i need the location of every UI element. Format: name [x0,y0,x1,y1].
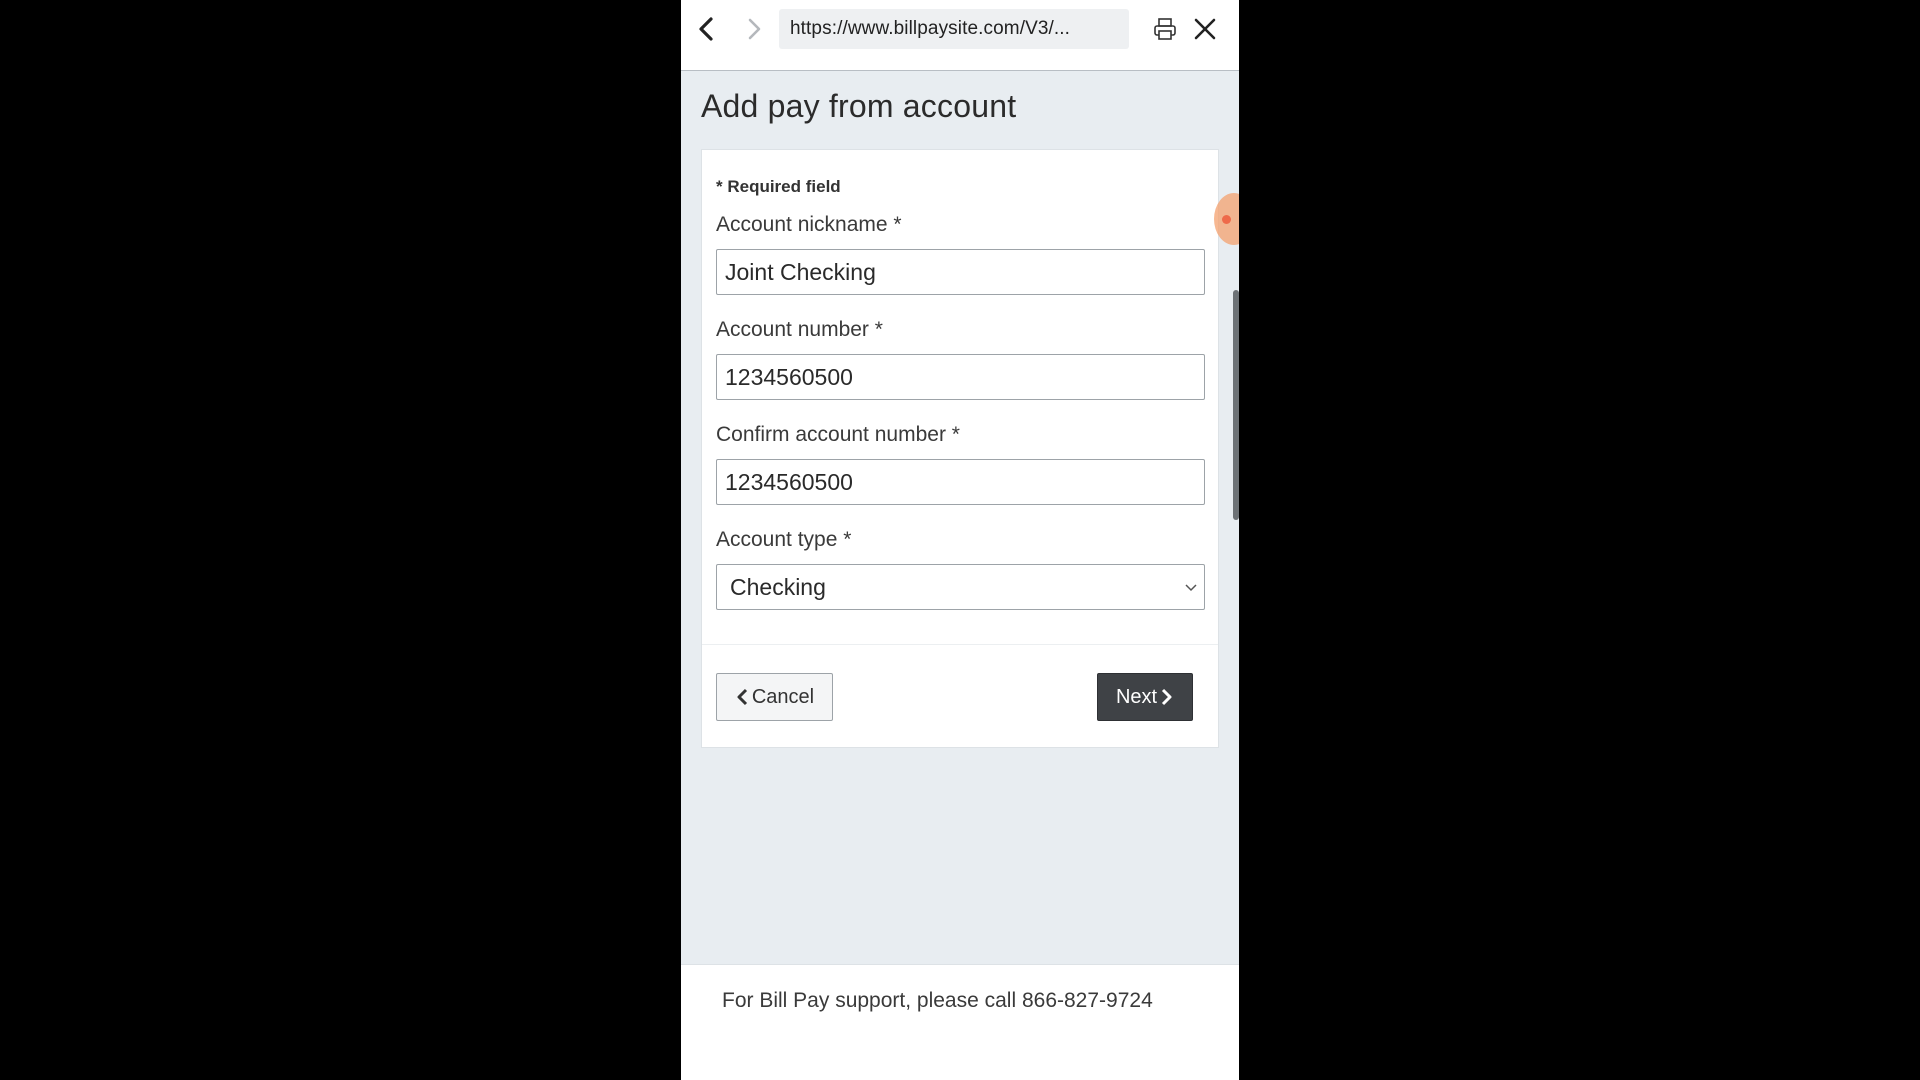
back-arrow-icon [699,17,713,41]
next-button[interactable]: Next [1097,673,1193,721]
account-type-label: Account type * [716,528,852,551]
confirm-account-number-input[interactable] [716,459,1205,505]
close-icon [1194,18,1216,40]
account-form: * Required field Account nickname * Acco… [701,149,1219,748]
back-button[interactable] [691,12,721,46]
support-text: For Bill Pay support, please call 866-82… [722,989,1153,1012]
account-number-label: Account number * [716,318,883,341]
address-bar[interactable]: https://www.billpaysite.com/V3/... [779,9,1129,49]
page-title: Add pay from account [701,88,1017,124]
forward-button[interactable] [739,12,769,46]
confirm-account-number-label: Confirm account number * [716,423,960,446]
print-button[interactable] [1149,12,1181,46]
next-button-label: Next [1115,685,1158,708]
nickname-input[interactable] [716,249,1205,295]
chevron-right-icon [1162,688,1172,706]
form-divider [702,644,1218,645]
nickname-label: Account nickname * [716,213,902,236]
mobile-browser-frame: https://www.billpaysite.com/V3/... Add p… [681,0,1239,1080]
chevron-down-icon [1185,584,1197,592]
required-field-note: * Required field [716,177,841,196]
account-type-select[interactable]: Checking [716,564,1205,610]
close-button[interactable] [1189,12,1221,46]
printer-icon [1154,18,1176,40]
account-number-input[interactable] [716,354,1205,400]
support-footer: For Bill Pay support, please call 866-82… [681,964,1239,1080]
account-type-selected-value: Checking [730,574,826,600]
scrollbar-thumb[interactable] [1233,290,1239,520]
cancel-button[interactable]: Cancel [716,673,833,721]
cancel-button-label: Cancel [751,685,815,708]
chevron-left-icon [737,688,747,706]
browser-toolbar: https://www.billpaysite.com/V3/... [681,0,1239,71]
forward-arrow-icon [748,18,761,40]
